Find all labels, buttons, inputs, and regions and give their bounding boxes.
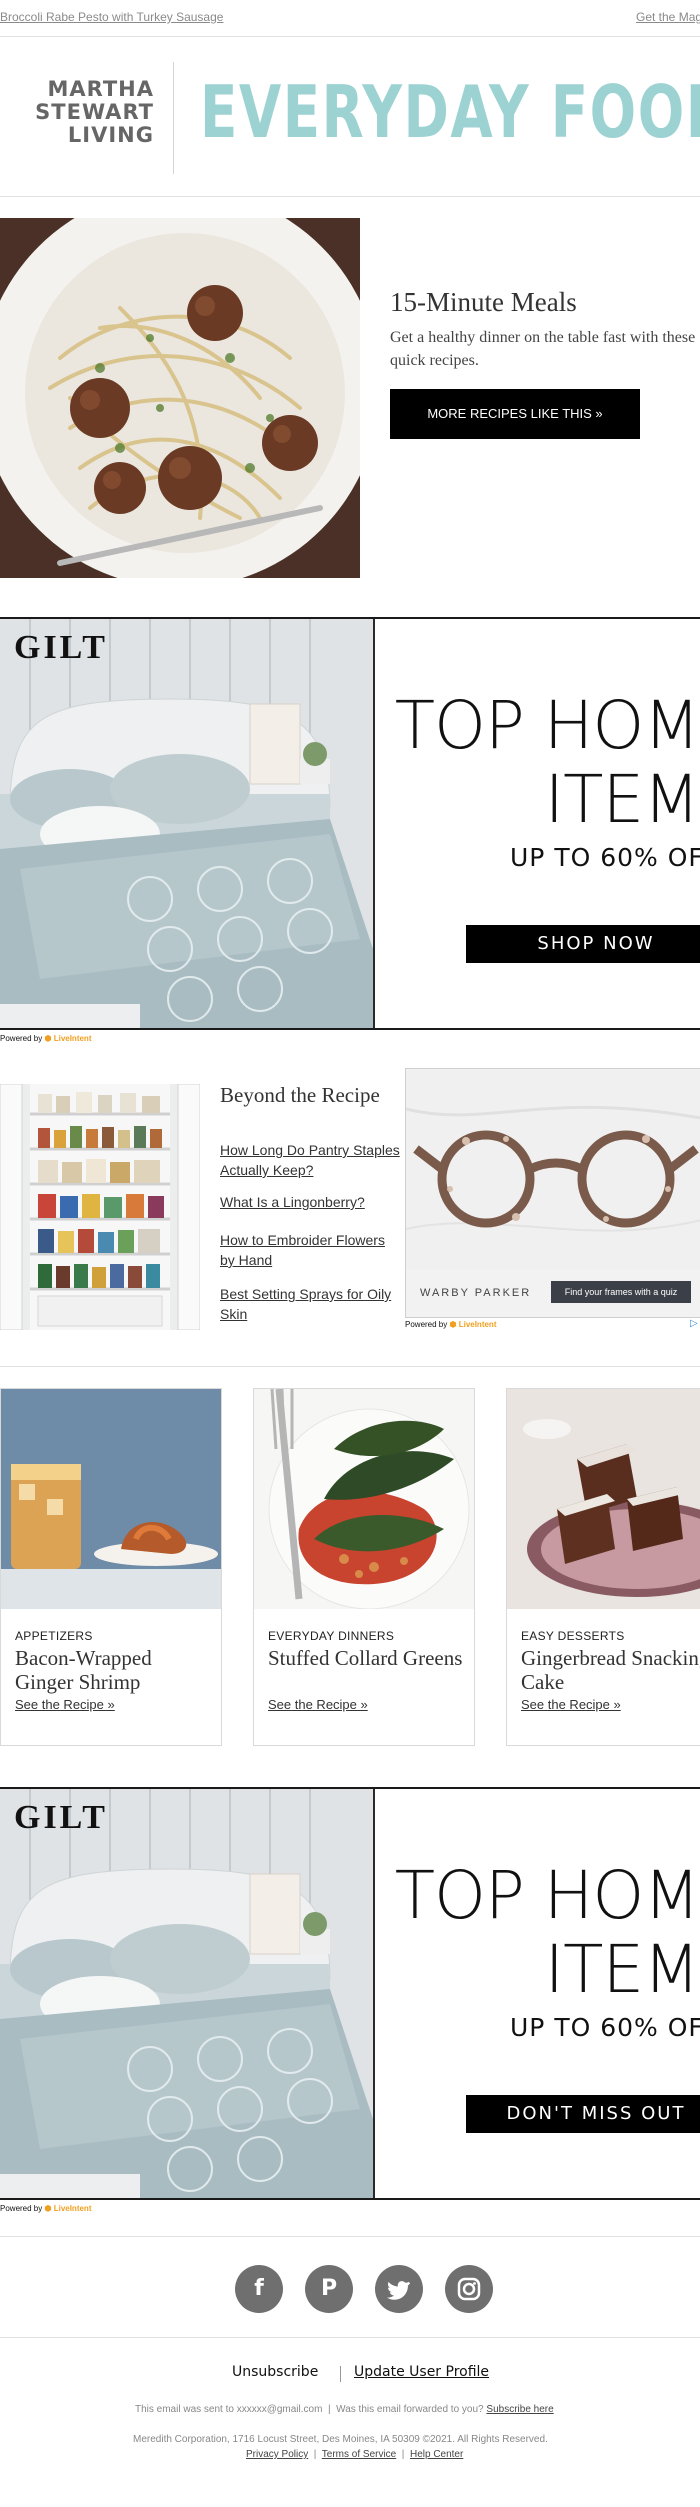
card-title: Bacon-Wrapped Ginger Shrimp bbox=[15, 1646, 152, 1694]
warby-parker-logo: WARBY PARKER bbox=[420, 1287, 532, 1299]
see-recipe-link[interactable]: See the Recipe » bbox=[521, 1697, 621, 1712]
hero-title: 15-Minute Meals bbox=[390, 287, 577, 317]
legal-links: Privacy Policy | Terms of Service | Help… bbox=[246, 2449, 464, 2460]
gilt-ad-banner[interactable]: GILT TOP HOME ITEMS UP TO 60% OFF DON'T … bbox=[0, 1787, 700, 2200]
divider bbox=[0, 36, 700, 37]
ad-subhead: UP TO 60% OFF bbox=[510, 843, 700, 872]
pantry-image[interactable] bbox=[0, 1084, 200, 1330]
liveintent-label: LiveIntent bbox=[53, 1034, 92, 1043]
bed-illustration bbox=[0, 619, 373, 1028]
gilt-logo: GILT bbox=[14, 1799, 108, 1836]
instagram-icon[interactable] bbox=[445, 2265, 493, 2313]
ad-divider bbox=[373, 619, 375, 1028]
powered-by-liveintent[interactable]: Powered by ⬢ LiveIntent bbox=[0, 1034, 91, 1043]
help-center-link[interactable]: Help Center bbox=[410, 2449, 463, 2460]
setting-sprays-link[interactable]: Best Setting Sprays for Oily Skin bbox=[220, 1284, 400, 1324]
eyeglasses-illustration bbox=[406, 1069, 700, 1269]
martha-stewart-living-logo[interactable]: MARTHA STEWART LIVING bbox=[14, 78, 154, 147]
collard-greens-image bbox=[254, 1389, 474, 1609]
unsubscribe-link[interactable]: Unsubscribe bbox=[232, 2364, 318, 2380]
shop-now-button[interactable]: SHOP NOW bbox=[466, 925, 700, 963]
forwarded-text: Was this email forwarded to you? bbox=[336, 2404, 484, 2415]
embroider-flowers-link[interactable]: How to Embroider Flowers by Hand bbox=[220, 1230, 400, 1270]
gilt-logo: GILT bbox=[14, 629, 108, 666]
powered-by-liveintent[interactable]: Powered by ⬢ LiveIntent bbox=[405, 1320, 496, 1329]
dont-miss-out-button[interactable]: DON'T MISS OUT bbox=[466, 2095, 700, 2133]
brand-line: STEWART bbox=[35, 100, 154, 124]
gilt-ad-banner[interactable]: GILT TOP HOME ITEMS UP TO 60% OFF SHOP N… bbox=[0, 617, 700, 1030]
get-the-mag-link[interactable]: Get the Mag bbox=[636, 10, 700, 24]
shrimp-drink-illustration bbox=[1, 1389, 221, 1609]
powered-by-label: Powered by bbox=[0, 2204, 43, 2213]
powered-by-label: Powered by bbox=[405, 1320, 448, 1329]
powered-by-label: Powered by bbox=[0, 1034, 43, 1043]
divider bbox=[0, 2337, 700, 2338]
card-category: EASY DESSERTS bbox=[521, 1629, 625, 1643]
see-recipe-link[interactable]: See the Recipe » bbox=[15, 1697, 115, 1712]
gingerbread-cake-image bbox=[507, 1389, 700, 1609]
liveintent-label: LiveIntent bbox=[53, 2204, 92, 2213]
pinterest-icon[interactable]: P bbox=[305, 2265, 353, 2313]
card-category: APPETIZERS bbox=[15, 1629, 93, 1643]
shrimp-image bbox=[1, 1389, 221, 1609]
gingerbread-cake-illustration bbox=[507, 1389, 700, 1609]
card-category: EVERYDAY DINNERS bbox=[268, 1629, 395, 1643]
pantry-staples-link[interactable]: How Long Do Pantry Staples Actually Keep… bbox=[220, 1140, 400, 1180]
lingonberry-link[interactable]: What Is a Lingonberry? bbox=[220, 1192, 400, 1212]
top-recipe-link[interactable]: Broccoli Rabe Pesto with Turkey Sausage bbox=[0, 10, 223, 24]
ad-headline-line2: ITEMS bbox=[544, 761, 700, 838]
ad-bedroom-image: GILT bbox=[0, 619, 373, 1028]
beyond-the-recipe-title: Beyond the Recipe bbox=[220, 1083, 380, 1107]
privacy-policy-link[interactable]: Privacy Policy bbox=[246, 2449, 308, 2460]
sent-to-line: This email was sent to xxxxxx@gmail.com … bbox=[135, 2404, 554, 2415]
header-divider bbox=[173, 62, 174, 174]
powered-by-liveintent[interactable]: Powered by ⬢ LiveIntent bbox=[0, 2204, 91, 2213]
address-text: Meredith Corporation, 1716 Locust Street… bbox=[133, 2434, 548, 2445]
ad-headline-line2: ITEMS bbox=[544, 1931, 700, 2008]
recipe-card[interactable]: APPETIZERS Bacon-Wrapped Ginger Shrimp S… bbox=[0, 1388, 222, 1746]
collard-greens-illustration bbox=[254, 1389, 474, 1609]
liveintent-label: LiveIntent bbox=[458, 1320, 497, 1329]
hero-description: Get a healthy dinner on the table fast w… bbox=[390, 329, 696, 369]
ad-divider bbox=[373, 1789, 375, 2198]
ad-subhead: UP TO 60% OFF bbox=[510, 2013, 700, 2042]
ad-headline-line1: TOP HOME bbox=[394, 1857, 700, 1934]
see-recipe-link[interactable]: See the Recipe » bbox=[268, 1697, 368, 1712]
twitter-icon[interactable] bbox=[375, 2265, 423, 2313]
card-title: Stuffed Collard Greens bbox=[268, 1646, 463, 1670]
sent-to-text: This email was sent to xxxxxx@gmail.com bbox=[135, 2404, 323, 2415]
subscribe-here-link[interactable]: Subscribe here bbox=[486, 2404, 553, 2415]
liveintent-icon: ⬢ bbox=[449, 1320, 457, 1329]
adchoices-icon[interactable]: ▷ bbox=[690, 1318, 698, 1329]
divider bbox=[0, 2236, 700, 2237]
pantry-illustration bbox=[0, 1084, 200, 1330]
card-title: Gingerbread Snacking Cake bbox=[521, 1646, 700, 1694]
recipe-card[interactable]: EASY DESSERTS Gingerbread Snacking Cake … bbox=[506, 1388, 700, 1746]
everyday-food-logo[interactable]: EVERYDAY FOOD bbox=[200, 64, 700, 160]
ad-headline-line1: TOP HOME bbox=[394, 687, 700, 764]
warby-parker-ad[interactable]: WARBY PARKER Find your frames with a qui… bbox=[405, 1068, 700, 1318]
liveintent-icon: ⬢ bbox=[44, 1034, 52, 1043]
liveintent-icon: ⬢ bbox=[44, 2204, 52, 2213]
terms-of-service-link[interactable]: Terms of Service bbox=[322, 2449, 396, 2460]
update-profile-link[interactable]: Update User Profile bbox=[354, 2364, 489, 2380]
find-frames-button[interactable]: Find your frames with a quiz bbox=[551, 1281, 691, 1303]
footer-separator bbox=[340, 2366, 341, 2382]
ad-bedroom-image: GILT bbox=[0, 1789, 373, 2198]
recipe-card[interactable]: EVERYDAY DINNERS Stuffed Collard Greens … bbox=[253, 1388, 475, 1746]
bed-illustration bbox=[0, 1789, 373, 2198]
twitter-bird-glyph bbox=[387, 2281, 410, 2300]
more-recipes-button[interactable]: MORE RECIPES LIKE THIS » bbox=[390, 389, 640, 439]
hero-pasta-image[interactable] bbox=[0, 218, 360, 578]
pasta-meatballs-illustration bbox=[0, 218, 360, 578]
instagram-camera-glyph bbox=[457, 2277, 481, 2301]
brand-line: MARTHA bbox=[47, 77, 154, 101]
facebook-icon[interactable]: f bbox=[235, 2265, 283, 2313]
divider bbox=[0, 1366, 700, 1367]
divider bbox=[0, 196, 700, 197]
brand-line: LIVING bbox=[67, 123, 154, 147]
